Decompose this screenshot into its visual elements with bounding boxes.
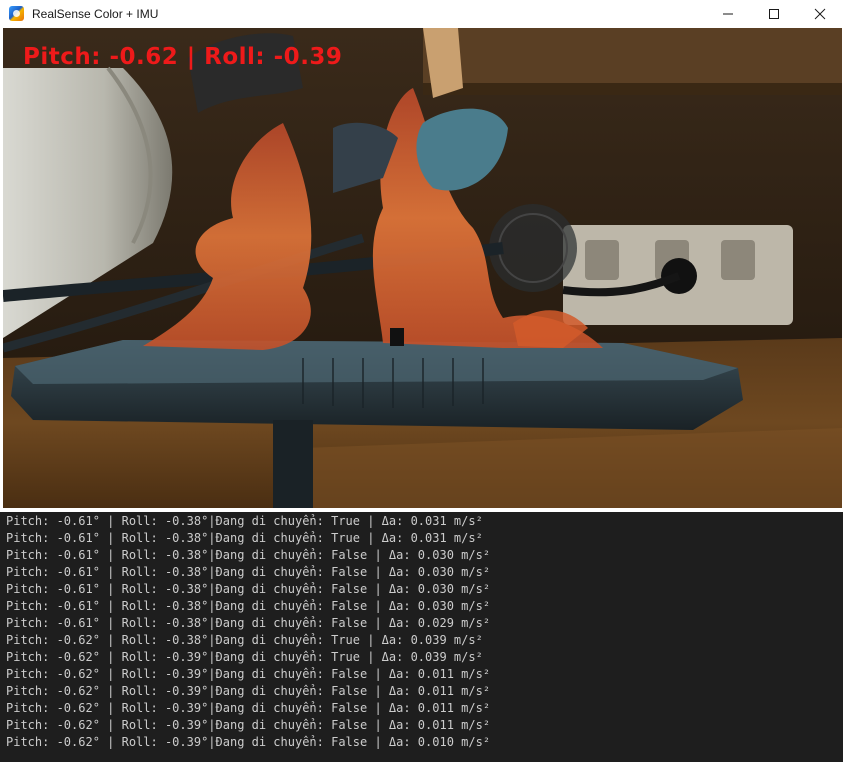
window-controls <box>705 0 843 27</box>
console-line: Pitch: -0.61° | Roll: -0.38°|Đang di chu… <box>6 582 491 596</box>
console-line: Pitch: -0.61° | Roll: -0.38°|Đang di chu… <box>6 565 491 579</box>
window-title: RealSense Color + IMU <box>32 6 159 21</box>
close-icon <box>814 8 826 19</box>
maximize-icon <box>769 8 779 19</box>
console-line: Pitch: -0.62° | Roll: -0.39°|Đang di chu… <box>6 735 491 749</box>
minimize-icon <box>723 13 733 14</box>
console-line: Pitch: -0.61° | Roll: -0.38°|Đang di chu… <box>6 531 483 545</box>
maximize-button[interactable] <box>751 0 797 27</box>
close-button[interactable] <box>797 0 843 27</box>
console-line: Pitch: -0.62° | Roll: -0.38°|Đang di chu… <box>6 633 483 647</box>
title-bar[interactable]: RealSense Color + IMU <box>0 0 843 27</box>
console-line: Pitch: -0.61° | Roll: -0.38°|Đang di chu… <box>6 616 491 630</box>
camera-color-frame: Pitch: -0.62 | Roll: -0.39 <box>3 28 842 508</box>
pitch-roll-overlay: Pitch: -0.62 | Roll: -0.39 <box>23 44 343 70</box>
console-line: Pitch: -0.62° | Roll: -0.39°|Đang di chu… <box>6 650 483 664</box>
console-line: Pitch: -0.62° | Roll: -0.39°|Đang di chu… <box>6 701 491 715</box>
console-line: Pitch: -0.62° | Roll: -0.39°|Đang di chu… <box>6 718 491 732</box>
console-line: Pitch: -0.61° | Roll: -0.38°|Đang di chu… <box>6 599 491 613</box>
camera-image <box>3 28 842 508</box>
console-line: Pitch: -0.62° | Roll: -0.39°|Đang di chu… <box>6 684 491 698</box>
realsense-window: RealSense Color + IMU Pitch: -0.62 | Rol… <box>0 0 843 513</box>
app-icon <box>9 6 24 21</box>
console-line: Pitch: -0.62° | Roll: -0.39°|Đang di chu… <box>6 667 491 681</box>
console-line: Pitch: -0.61° | Roll: -0.38°|Đang di chu… <box>6 548 491 562</box>
console-output: Pitch: -0.61° | Roll: -0.38°|Đang di chu… <box>0 512 843 762</box>
minimize-button[interactable] <box>705 0 751 27</box>
console-line: Pitch: -0.61° | Roll: -0.38°|Đang di chu… <box>6 514 483 528</box>
